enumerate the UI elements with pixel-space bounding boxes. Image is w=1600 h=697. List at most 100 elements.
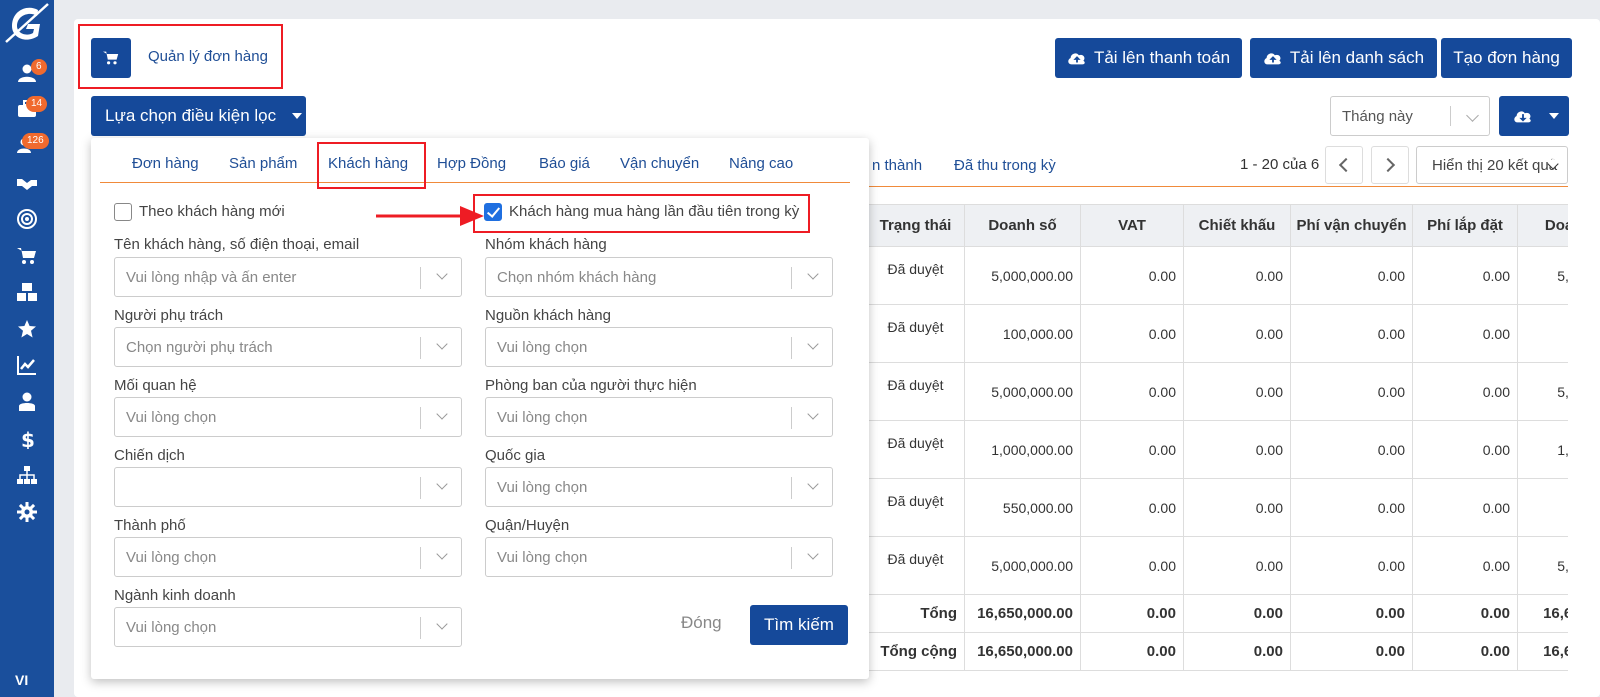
target-icon[interactable] <box>14 206 40 232</box>
col-vat[interactable]: VAT <box>1080 204 1184 247</box>
table-cell: 1,000,000.00 <box>964 420 1081 479</box>
create-order-button[interactable]: Tạo đơn hàng <box>1441 38 1572 78</box>
logo-icon[interactable] <box>4 2 50 46</box>
close-button[interactable]: Đóng <box>681 613 722 633</box>
chevron-right-icon <box>1380 157 1396 173</box>
source-label: Nguồn khách hàng <box>485 307 611 324</box>
tab-completed[interactable]: n thành <box>872 157 922 174</box>
district-select[interactable]: Vui lòng chọn <box>485 537 833 577</box>
new-customer-checkbox[interactable] <box>114 203 132 221</box>
table-cell: 100,000.00 <box>1517 304 1568 363</box>
users-badge: 6 <box>31 59 47 75</box>
select-separator <box>420 267 421 289</box>
filter-conditions-button[interactable]: Lựa chọn điều kiện lọc <box>91 96 306 136</box>
table-cell: 0.00 <box>1412 304 1518 363</box>
table-cell: 0.00 <box>1080 304 1184 363</box>
upload-payment-button[interactable]: Tải lên thanh toán <box>1055 38 1242 78</box>
boxes-icon[interactable] <box>14 279 40 305</box>
person-icon[interactable] <box>14 389 40 415</box>
table-cell: 0.00 <box>1290 304 1413 363</box>
tab-contracts[interactable]: Hợp Đồng <box>437 155 506 172</box>
relationship-select[interactable]: Vui lòng chọn <box>114 397 462 437</box>
table-cell: 0.00 <box>1183 536 1291 595</box>
table-total-cell: Tổng cộng <box>866 632 965 671</box>
page-size-select[interactable]: Hiển thị 20 kết quả <box>1416 146 1568 184</box>
table-cell: 0.00 <box>1290 246 1413 305</box>
table-cell: Đã duyệt <box>866 420 965 479</box>
department-placeholder: Vui lòng chọn <box>497 408 588 426</box>
upload-payment-label: Tải lên thanh toán <box>1093 48 1231 67</box>
next-page-button[interactable] <box>1371 146 1409 184</box>
tab-collected[interactable]: Đã thu trong kỳ <box>954 157 1056 174</box>
col-discount[interactable]: Chiết khấu <box>1183 204 1291 247</box>
handshake-icon[interactable] <box>14 170 40 196</box>
sitemap-icon[interactable] <box>14 462 40 488</box>
table-row[interactable]: Đã duyệt5,000,000.000.000.000.000.005,00… <box>866 246 1568 305</box>
col-revenue[interactable]: Doanh thu <box>1517 204 1568 247</box>
dollar-icon[interactable]: $ <box>14 426 40 452</box>
table-cell: 0.00 <box>1183 246 1291 305</box>
download-button[interactable] <box>1499 96 1569 136</box>
campaign-select[interactable] <box>114 467 462 507</box>
col-status[interactable]: Trạng thái <box>866 204 965 247</box>
customer-group-select[interactable]: Chọn nhóm khách hàng <box>485 257 833 297</box>
table-cell: 0.00 <box>1412 362 1518 421</box>
tab-shipping[interactable]: Vận chuyển <box>620 155 699 172</box>
select-separator <box>791 477 792 499</box>
customer-search-input[interactable]: Vui lòng nhập và ấn enter <box>114 257 462 297</box>
chart-line-icon[interactable] <box>14 352 40 378</box>
annotation-arrow-icon <box>376 206 484 226</box>
first-purchase-checkbox[interactable] <box>484 203 502 221</box>
owner-placeholder: Chọn người phụ trách <box>126 338 273 356</box>
select-separator <box>791 547 792 569</box>
star-icon[interactable] <box>14 316 40 342</box>
customer-search-placeholder: Vui lòng nhập và ấn enter <box>126 268 297 286</box>
caret-down-icon <box>292 113 303 119</box>
col-install[interactable]: Phí lắp đặt <box>1412 204 1518 247</box>
table-total-cell: 16,650,000.00 <box>1517 594 1568 633</box>
industry-select[interactable]: Vui lòng chọn <box>114 607 462 647</box>
col-shipping[interactable]: Phí vận chuyển <box>1290 204 1413 247</box>
language-switch[interactable]: VI <box>15 672 28 688</box>
chevron-down-icon <box>1466 109 1479 122</box>
chevron-down-icon <box>436 478 448 490</box>
filter-conditions-label: Lựa chọn điều kiện lọc <box>105 106 277 125</box>
chevron-down-icon <box>436 338 448 350</box>
inbox-badge: 14 <box>26 96 48 112</box>
table-cell: 0.00 <box>1183 362 1291 421</box>
campaign-label: Chiến dịch <box>114 447 185 464</box>
prev-page-button[interactable] <box>1325 146 1363 184</box>
table-row[interactable]: Đã duyệt100,000.000.000.000.000.00100,00… <box>866 304 1568 363</box>
table-cell: 550,000.00 <box>1517 478 1568 537</box>
search-button[interactable]: Tìm kiếm <box>750 605 848 645</box>
chevron-down-icon <box>436 408 448 420</box>
select-separator <box>420 477 421 499</box>
table-row[interactable]: Đã duyệt550,000.000.000.000.000.00550,00… <box>866 478 1568 537</box>
country-select[interactable]: Vui lòng chọn <box>485 467 833 507</box>
city-select[interactable]: Vui lòng chọn <box>114 537 462 577</box>
chevron-left-icon <box>1338 157 1354 173</box>
tab-advanced[interactable]: Nâng cao <box>729 155 793 172</box>
table-total-cell: 0.00 <box>1412 632 1518 671</box>
table-cell: 0.00 <box>1290 536 1413 595</box>
create-order-label: Tạo đơn hàng <box>1453 48 1560 67</box>
cart-icon[interactable] <box>14 243 40 269</box>
relationship-placeholder: Vui lòng chọn <box>126 408 217 426</box>
source-placeholder: Vui lòng chọn <box>497 338 588 356</box>
city-placeholder: Vui lòng chọn <box>126 548 217 566</box>
table-row[interactable]: Đã duyệt5,000,000.000.000.000.000.005,00… <box>866 362 1568 421</box>
gear-icon[interactable] <box>14 499 40 525</box>
tab-products[interactable]: Sản phẩm <box>229 155 297 172</box>
department-select[interactable]: Vui lòng chọn <box>485 397 833 437</box>
upload-list-button[interactable]: Tải lên danh sách <box>1250 38 1437 78</box>
source-select[interactable]: Vui lòng chọn <box>485 327 833 367</box>
table-row[interactable]: Đã duyệt1,000,000.000.000.000.000.001,00… <box>866 420 1568 479</box>
tab-quotes[interactable]: Báo giá <box>539 155 590 172</box>
col-sales[interactable]: Doanh số <box>964 204 1081 247</box>
table-cell: 5,000,000.00 <box>964 362 1081 421</box>
period-select[interactable]: Tháng này <box>1330 96 1490 136</box>
tab-orders[interactable]: Đơn hàng <box>132 155 199 172</box>
table-row[interactable]: Đã duyệt5,000,000.000.000.000.000.005,00… <box>866 536 1568 595</box>
district-placeholder: Vui lòng chọn <box>497 548 588 566</box>
owner-select[interactable]: Chọn người phụ trách <box>114 327 462 367</box>
